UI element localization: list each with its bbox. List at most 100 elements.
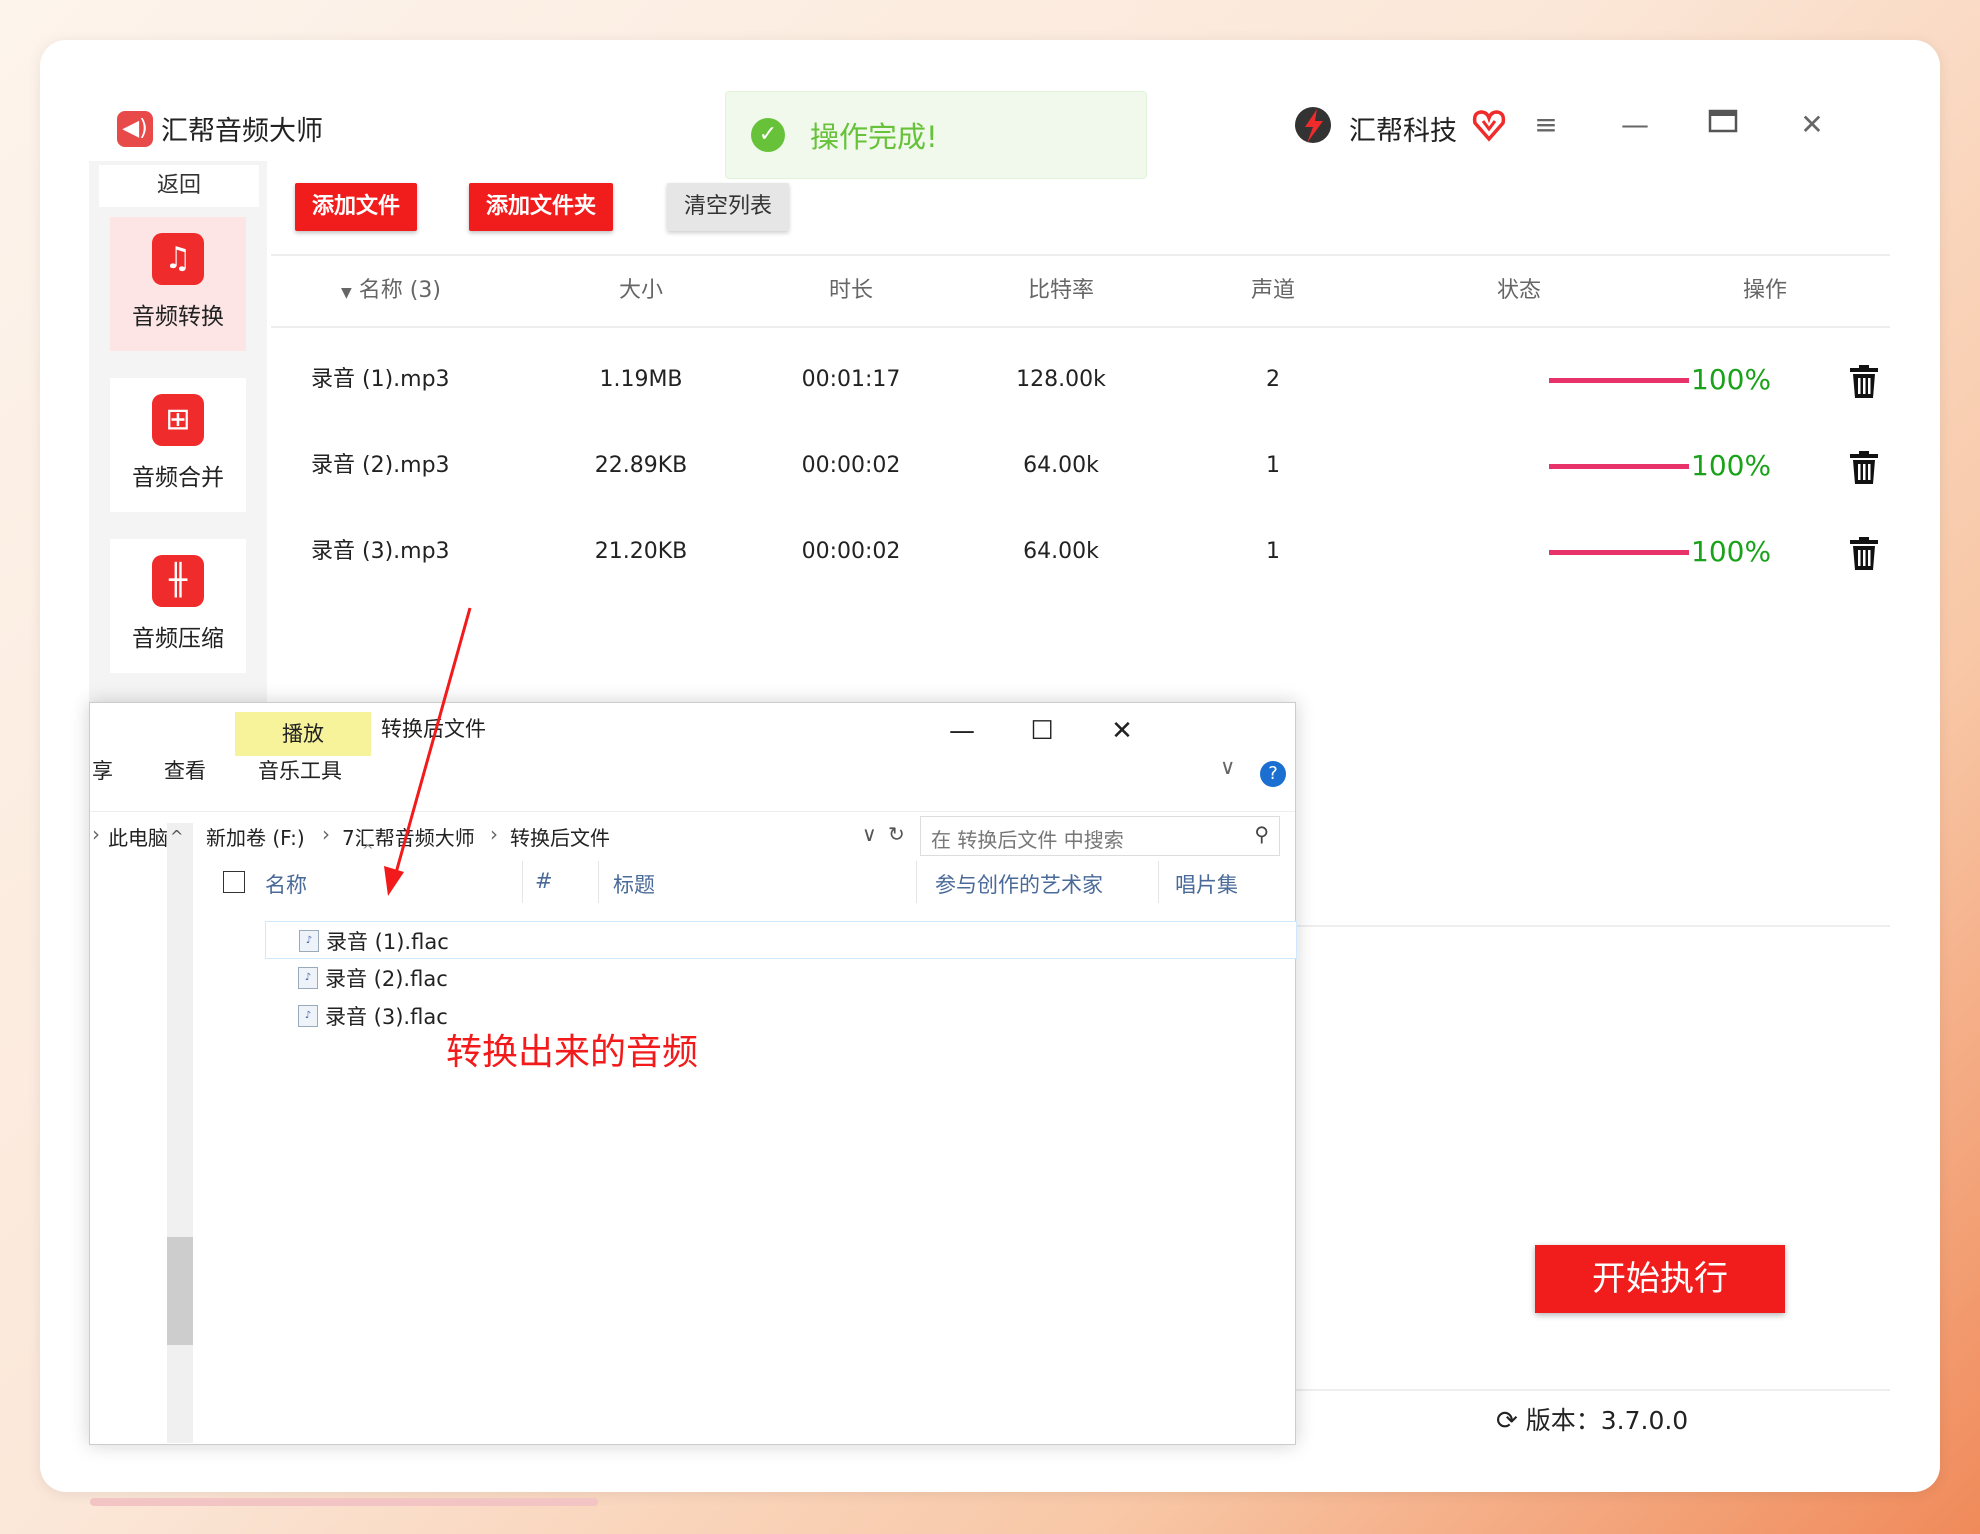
breadcrumb-output-folder[interactable]: 转换后文件: [510, 822, 610, 851]
trash-icon[interactable]: [1849, 365, 1879, 399]
sidebar-item-audio-convert[interactable]: ♫ 音频转换: [110, 217, 246, 351]
clear-list-button[interactable]: 清空列表: [667, 183, 789, 231]
table-header: ▼ 名称 (3) 大小 时长 比特率 声道 状态 操作: [271, 254, 1890, 328]
success-toast: ✓ 操作完成!: [725, 91, 1147, 179]
file-name-cell: 录音 (1).mp3: [311, 367, 450, 392]
ribbon-tab-share[interactable]: 享: [92, 755, 113, 785]
start-button[interactable]: 开始执行: [1535, 1245, 1785, 1313]
audio-file-icon: ♪: [298, 967, 318, 989]
toast-message: 操作完成!: [810, 120, 938, 154]
column-name-header[interactable]: ▼ 名称 (3): [331, 256, 451, 326]
sidebar-item-label: 音频压缩: [132, 626, 224, 652]
version-info[interactable]: ⟳ 版本：3.7.0.0: [1496, 1401, 1688, 1437]
file-name: 录音 (1).flac: [326, 930, 449, 954]
select-all-checkbox[interactable]: [223, 871, 245, 893]
column-separator[interactable]: [598, 861, 599, 903]
search-icon: ⚲: [1254, 822, 1269, 846]
back-button[interactable]: 返回: [99, 165, 259, 207]
column-title[interactable]: 标题: [613, 869, 655, 899]
audio-file-icon: ♪: [299, 930, 319, 952]
file-size-cell: 21.20KB: [594, 539, 688, 564]
channels-cell: 1: [1266, 453, 1280, 478]
help-icon[interactable]: ?: [1260, 761, 1286, 787]
channels-cell: 2: [1266, 367, 1280, 392]
address-bar: › 此电脑 › 新加卷 (F:) › 7汇帮音频大师 › 转换后文件 ∨ ↻ 在…: [90, 811, 1295, 858]
column-duration-header[interactable]: 时长: [781, 256, 921, 326]
column-number[interactable]: #: [535, 869, 553, 893]
scrollbar-thumb[interactable]: [167, 1237, 193, 1345]
minimize-icon[interactable]: —: [942, 711, 982, 751]
explorer-title: 转换后文件: [381, 717, 486, 741]
column-album[interactable]: 唱片集: [1175, 869, 1238, 899]
progress-bar: [1549, 550, 1689, 555]
hamburger-icon[interactable]: ≡: [1526, 105, 1566, 145]
table-row[interactable]: 录音 (1).mp3 1.19MB 00:01:17 128.00k 2 100…: [271, 337, 1890, 423]
column-bitrate-header[interactable]: 比特率: [991, 256, 1131, 326]
progress-percent: 100%: [1691, 535, 1772, 568]
maximize-icon[interactable]: [1703, 105, 1743, 145]
column-artist[interactable]: 参与创作的艺术家: [935, 869, 1103, 899]
chevron-down-icon[interactable]: ∨: [862, 822, 877, 846]
chevron-right-icon: ›: [322, 822, 330, 846]
tab-play[interactable]: 播放: [235, 712, 371, 756]
column-separator[interactable]: [1158, 861, 1159, 903]
table-row[interactable]: 录音 (3).mp3 21.20KB 00:00:02 64.00k 1 100…: [271, 509, 1890, 595]
bitrate-cell: 128.00k: [1016, 367, 1106, 392]
file-name: 录音 (2).flac: [325, 967, 448, 991]
audio-convert-icon: ♫: [152, 233, 204, 285]
brand-logo-icon: [1295, 107, 1331, 143]
column-status-header: 状态: [1496, 278, 1541, 303]
sidebar-item-label: 音频转换: [132, 304, 224, 330]
vip-heart-icon[interactable]: [1471, 107, 1507, 143]
version-label: 版本：3.7.0.0: [1525, 1406, 1689, 1435]
column-channels-header[interactable]: 声道: [1203, 256, 1343, 326]
horizontal-scroll-indicator: [90, 1498, 598, 1506]
column-name[interactable]: 名称: [265, 869, 307, 899]
sidebar-item-audio-compress[interactable]: ╫ 音频压缩: [110, 539, 246, 673]
search-input[interactable]: 在 转换后文件 中搜索 ⚲: [920, 816, 1280, 856]
nav-pane-scrollbar[interactable]: [167, 823, 193, 1443]
breadcrumb-volume[interactable]: 新加卷 (F:): [206, 822, 305, 851]
column-name-label: 名称 (3): [358, 278, 441, 303]
search-placeholder: 在 转换后文件 中搜索: [931, 828, 1124, 852]
chevron-down-icon[interactable]: ∨: [1220, 755, 1235, 779]
close-icon[interactable]: ✕: [1102, 711, 1142, 751]
list-item[interactable]: ♪ 录音 (3).flac: [265, 997, 1295, 1033]
duration-cell: 00:00:02: [801, 539, 901, 564]
progress-percent: 100%: [1691, 449, 1772, 482]
column-separator[interactable]: [522, 861, 523, 903]
bitrate-cell: 64.00k: [1023, 539, 1099, 564]
refresh-icon[interactable]: ↻: [888, 822, 905, 846]
list-item[interactable]: ♪ 录音 (2).flac: [265, 959, 1295, 995]
audio-compress-icon: ╫: [152, 555, 204, 607]
chevron-right-icon: ›: [490, 822, 498, 846]
maximize-icon[interactable]: ☐: [1022, 711, 1062, 751]
add-file-button[interactable]: 添加文件: [295, 183, 417, 231]
check-circle-icon: ✓: [751, 118, 785, 152]
add-folder-button[interactable]: 添加文件夹: [469, 183, 613, 231]
ribbon-tab-music-tools[interactable]: 音乐工具: [258, 755, 342, 785]
bitrate-cell: 64.00k: [1023, 453, 1099, 478]
sort-up-icon: ^: [362, 843, 374, 859]
refresh-icon: ⟳: [1496, 1406, 1518, 1436]
chevron-right-icon: ›: [92, 822, 100, 846]
sort-down-icon: ▼: [341, 285, 352, 301]
column-size-header[interactable]: 大小: [571, 256, 711, 326]
sidebar-item-audio-merge[interactable]: ⊞ 音频合并: [110, 378, 246, 512]
trash-icon[interactable]: [1849, 537, 1879, 571]
file-size-cell: 22.89KB: [594, 453, 688, 478]
column-separator[interactable]: [916, 861, 917, 903]
table-row[interactable]: 录音 (2).mp3 22.89KB 00:00:02 64.00k 1 100…: [271, 423, 1890, 509]
scroll-up-icon[interactable]: ^: [170, 827, 183, 846]
trash-icon[interactable]: [1849, 451, 1879, 485]
column-actions-header: 操作: [1742, 278, 1787, 303]
ribbon-tab-view[interactable]: 查看: [164, 755, 206, 785]
breadcrumb-this-pc[interactable]: 此电脑: [108, 822, 168, 851]
minimize-icon[interactable]: —: [1615, 105, 1655, 145]
app-logo-icon: ◀): [117, 111, 153, 147]
audio-file-icon: ♪: [298, 1005, 318, 1027]
file-name-cell: 录音 (3).mp3: [311, 539, 450, 564]
close-icon[interactable]: ✕: [1792, 105, 1832, 145]
list-item[interactable]: ♪ 录音 (1).flac: [265, 921, 1297, 959]
audio-merge-icon: ⊞: [152, 394, 204, 446]
